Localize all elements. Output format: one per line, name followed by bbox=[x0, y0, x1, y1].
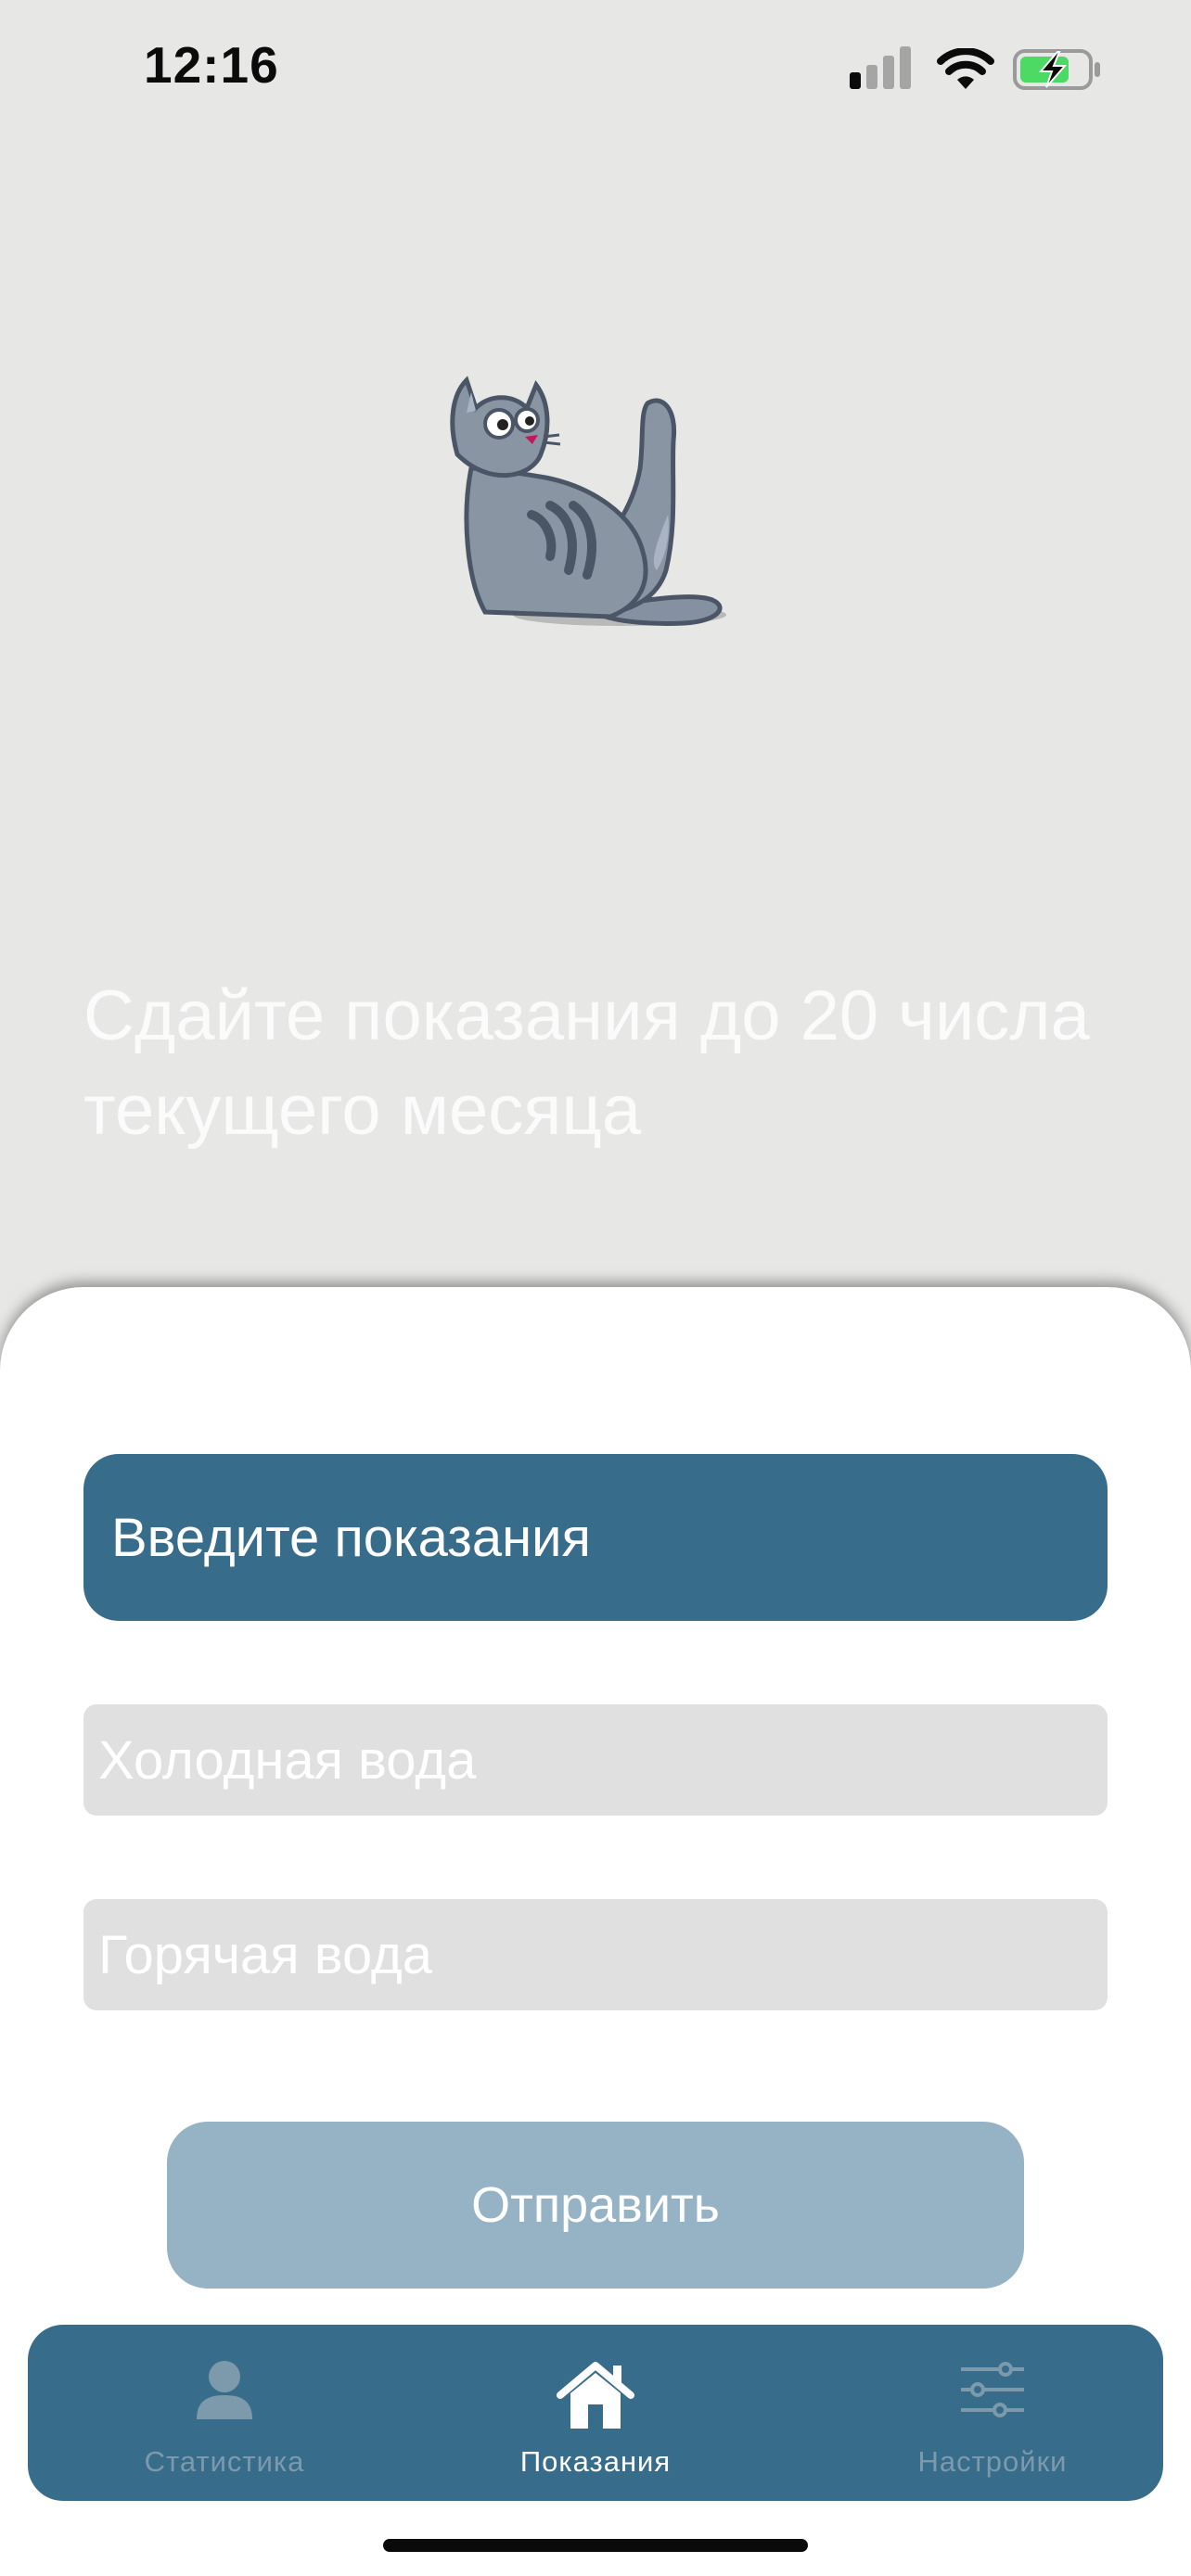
status-time: 12:16 bbox=[144, 36, 279, 94]
cold-water-input[interactable] bbox=[83, 1704, 1108, 1816]
tab-statistics-label: Статистика bbox=[144, 2445, 305, 2478]
user-icon bbox=[197, 2361, 252, 2419]
tab-settings[interactable]: Настройки bbox=[853, 2325, 1132, 2501]
tab-readings[interactable]: Показания bbox=[456, 2325, 735, 2501]
tab-statistics[interactable]: Статистика bbox=[85, 2325, 364, 2501]
tab-bar: Статистика Показания Настройки bbox=[28, 2325, 1163, 2501]
sheet-header-label: Введите показания bbox=[111, 1507, 591, 1568]
hot-water-input[interactable] bbox=[83, 1899, 1108, 2010]
submit-button[interactable]: Отправить bbox=[167, 2122, 1024, 2289]
cat-icon bbox=[450, 376, 726, 627]
wifi-icon bbox=[937, 48, 994, 89]
home-icon bbox=[557, 2362, 634, 2429]
sheet-header: Введите показания bbox=[83, 1454, 1108, 1621]
status-bar: 12:16 bbox=[0, 0, 1191, 139]
tab-settings-label: Настройки bbox=[917, 2445, 1068, 2478]
home-indicator[interactable] bbox=[383, 2539, 808, 2552]
signal-icon bbox=[850, 46, 911, 89]
sliders-icon bbox=[961, 2362, 1024, 2417]
battery-charging-icon bbox=[1013, 49, 1100, 90]
notice-text: Сдайте показания до 20 числа текущего ме… bbox=[83, 976, 1090, 1150]
tab-readings-label: Показания bbox=[519, 2445, 672, 2478]
